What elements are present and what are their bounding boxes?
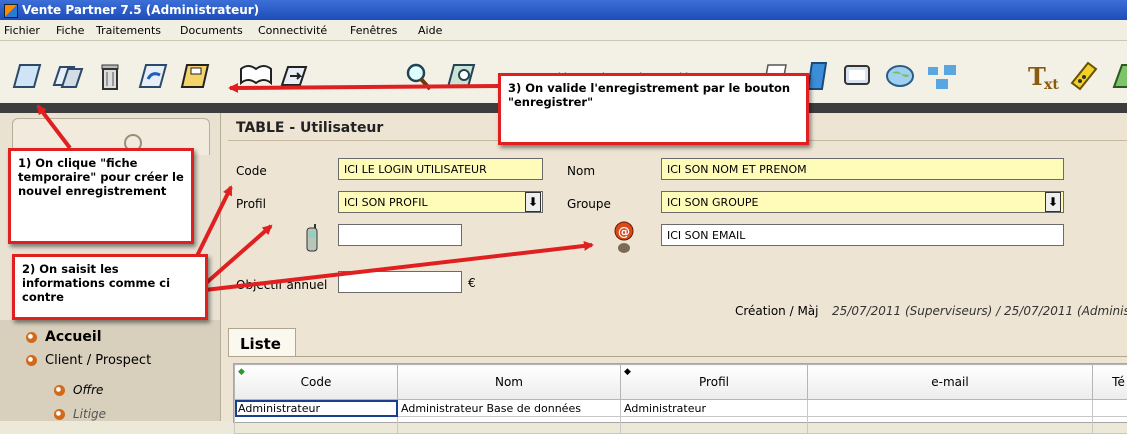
objectif-field[interactable] bbox=[338, 271, 462, 293]
trash-icon[interactable] bbox=[92, 59, 128, 93]
cell-code[interactable]: Administrateur bbox=[235, 400, 398, 417]
partial-toolbar-icon[interactable] bbox=[1108, 59, 1127, 93]
bullet-icon bbox=[54, 385, 65, 396]
code-label: Code bbox=[236, 164, 267, 178]
callout-step3: 3) On valide l'enregistrement par le bou… bbox=[498, 73, 809, 145]
cell-tel[interactable] bbox=[1093, 417, 1127, 434]
creation-value: 25/07/2011 (Superviseurs) / 25/07/2011 (… bbox=[832, 304, 1127, 318]
records-icon[interactable] bbox=[50, 59, 86, 93]
nav-item-client-prospect[interactable]: Client / Prospect bbox=[26, 353, 151, 368]
callout-step1: 1) On clique "fiche temporaire" pour cré… bbox=[8, 148, 194, 244]
column-header-tel[interactable]: Té bbox=[1093, 365, 1127, 400]
column-header-code[interactable]: ◆Code bbox=[235, 365, 398, 400]
mobile-phone-icon bbox=[306, 224, 318, 252]
groupe-select[interactable]: ICI SON GROUPE bbox=[661, 191, 1064, 213]
menu-fenetres[interactable]: Fenêtres bbox=[350, 24, 397, 37]
cell-tel[interactable] bbox=[1093, 400, 1127, 417]
profil-dropdown-button[interactable]: ⬇ bbox=[525, 192, 541, 212]
nav-list: Accueil Client / Prospect Offre Litige bbox=[0, 320, 220, 421]
monitor-icon[interactable] bbox=[840, 59, 876, 93]
nav-item-accueil[interactable]: Accueil bbox=[26, 329, 102, 345]
cell-code[interactable] bbox=[235, 417, 398, 434]
globe-icon[interactable] bbox=[882, 59, 918, 93]
column-header-email[interactable]: e-mail bbox=[808, 365, 1093, 400]
cell-email[interactable] bbox=[808, 417, 1093, 434]
table-row[interactable] bbox=[235, 417, 1127, 434]
menu-documents[interactable]: Documents bbox=[180, 24, 243, 37]
nom-field[interactable]: ICI SON NOM ET PRENOM bbox=[661, 158, 1064, 180]
search-magnifier-icon[interactable] bbox=[400, 59, 436, 93]
network-icon[interactable] bbox=[924, 59, 960, 93]
menu-bar: Fichier Fiche Traitements Documents Conn… bbox=[0, 20, 1127, 41]
nom-label: Nom bbox=[567, 164, 595, 178]
bullet-icon bbox=[54, 409, 65, 420]
nav-item-litige[interactable]: Litige bbox=[54, 407, 106, 421]
tab-liste[interactable]: Liste bbox=[228, 328, 296, 357]
bullet-icon bbox=[26, 355, 37, 366]
text-tool-icon[interactable]: Txt bbox=[1024, 59, 1060, 93]
cell-nom[interactable]: Administrateur Base de données bbox=[398, 400, 621, 417]
phone-icon[interactable] bbox=[1066, 59, 1102, 93]
phone-field[interactable] bbox=[338, 224, 462, 246]
title-bar: Vente Partner 7.5 (Administrateur) bbox=[0, 0, 1127, 20]
cell-nom[interactable] bbox=[398, 417, 621, 434]
cell-profil[interactable] bbox=[621, 417, 808, 434]
new-temp-record-icon[interactable] bbox=[8, 59, 44, 93]
groupe-label: Groupe bbox=[567, 197, 611, 211]
save-disk-icon[interactable] bbox=[176, 59, 212, 93]
email-field[interactable]: ICI SON EMAIL bbox=[661, 224, 1064, 246]
column-header-profil[interactable]: ◆Profil bbox=[621, 365, 808, 400]
menu-fichier[interactable]: Fichier bbox=[4, 24, 40, 37]
window-title: Vente Partner 7.5 (Administrateur) bbox=[22, 3, 259, 17]
tab-baseline bbox=[228, 356, 1127, 357]
profil-label: Profil bbox=[236, 197, 266, 211]
groupe-dropdown-button[interactable]: ⬇ bbox=[1045, 192, 1061, 212]
transfer-icon[interactable] bbox=[276, 59, 312, 93]
profil-select[interactable]: ICI SON PROFIL bbox=[338, 191, 543, 213]
nav-item-offre[interactable]: Offre bbox=[54, 383, 103, 397]
objectif-label: Objectif annuel bbox=[236, 278, 327, 292]
callout-step2: 2) On saisit les informations comme ci c… bbox=[12, 254, 208, 320]
code-field[interactable]: ICI LE LOGIN UTILISATEUR bbox=[338, 158, 543, 180]
undo-icon[interactable] bbox=[134, 59, 170, 93]
search-list-icon[interactable] bbox=[444, 59, 480, 93]
table-header-row: ◆Code Nom ◆Profil e-mail Té bbox=[235, 365, 1127, 400]
menu-fiche[interactable]: Fiche bbox=[56, 24, 84, 37]
currency-symbol: € bbox=[468, 276, 476, 290]
bullet-icon bbox=[26, 332, 37, 343]
tab-liste-label: Liste bbox=[240, 335, 281, 353]
menu-connectivite[interactable]: Connectivité bbox=[258, 24, 327, 37]
menu-traitements[interactable]: Traitements bbox=[96, 24, 161, 37]
open-book-icon[interactable] bbox=[238, 59, 274, 93]
cell-profil[interactable]: Administrateur bbox=[621, 400, 808, 417]
svg-text:xt: xt bbox=[1044, 77, 1059, 93]
app-icon bbox=[4, 4, 18, 18]
svg-text:@: @ bbox=[618, 225, 630, 239]
creation-label: Création / Màj bbox=[735, 304, 818, 318]
section-title: TABLE - Utilisateur bbox=[236, 120, 383, 136]
menu-aide[interactable]: Aide bbox=[418, 24, 442, 37]
email-at-icon: @ bbox=[612, 220, 638, 254]
table-row[interactable]: Administrateur Administrateur Base de do… bbox=[235, 400, 1127, 417]
cell-email[interactable] bbox=[808, 400, 1093, 417]
column-header-nom[interactable]: Nom bbox=[398, 365, 621, 400]
records-table: ◆Code Nom ◆Profil e-mail Té Administrate… bbox=[233, 363, 1127, 423]
